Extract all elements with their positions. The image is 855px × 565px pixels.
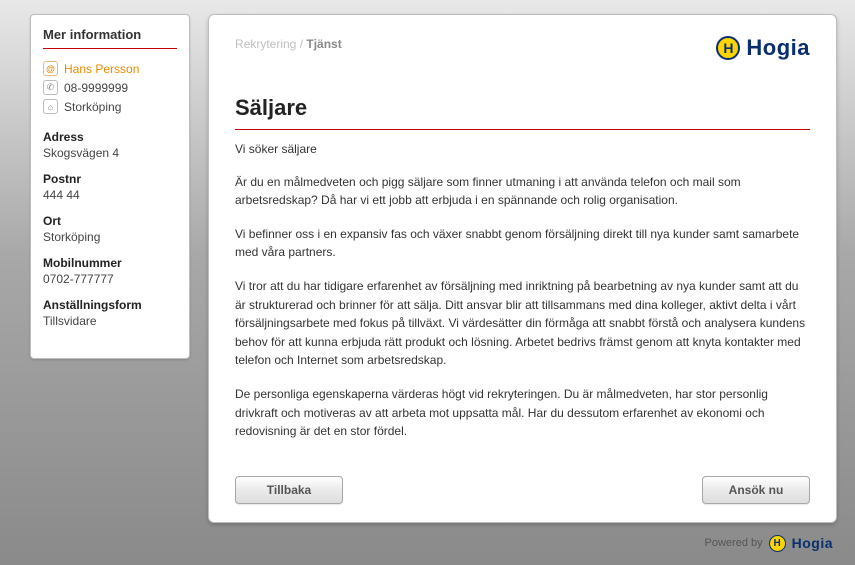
page-title: Säljare bbox=[235, 95, 810, 121]
contact-location-value: Storköping bbox=[64, 100, 121, 114]
lead-paragraph: Vi söker säljare bbox=[235, 140, 810, 159]
contact-phone-value: 08-9999999 bbox=[64, 81, 128, 95]
powered-label: Powered by bbox=[705, 537, 763, 549]
job-description: Vi söker säljare Är du en målmedveten oc… bbox=[235, 140, 810, 456]
sidebar: Mer information @ Hans Persson 08-999999… bbox=[30, 14, 190, 359]
divider bbox=[43, 48, 177, 49]
phone-icon bbox=[43, 80, 58, 95]
field-value: 0702-777777 bbox=[43, 272, 177, 286]
divider bbox=[235, 129, 810, 130]
field-value: Storköping bbox=[43, 230, 177, 244]
field-value: Tillsvidare bbox=[43, 314, 177, 328]
powered-by: Powered by H Hogia bbox=[0, 531, 855, 552]
contact-location: Storköping bbox=[43, 97, 177, 116]
body-paragraph: Vi befinner oss i en expansiv fas och vä… bbox=[235, 225, 810, 262]
logo-text: Hogia bbox=[746, 35, 810, 61]
field-label: Adress bbox=[43, 130, 177, 144]
field-address: Adress Skogsvägen 4 bbox=[43, 130, 177, 160]
contact-phone: 08-9999999 bbox=[43, 78, 177, 97]
body-paragraph: De personliga egenskaperna värderas högt… bbox=[235, 385, 810, 441]
at-icon: @ bbox=[43, 61, 58, 76]
field-label: Ort bbox=[43, 214, 177, 228]
sidebar-title: Mer information bbox=[43, 27, 177, 42]
logo-text: Hogia bbox=[792, 535, 833, 551]
apply-button[interactable]: Ansök nu bbox=[702, 476, 810, 504]
field-employment: Anställningsform Tillsvidare bbox=[43, 298, 177, 328]
contact-person: @ Hans Persson bbox=[43, 59, 177, 78]
breadcrumb-current: Tjänst bbox=[306, 37, 341, 51]
body-paragraph: Är du en målmedveten och pigg säljare so… bbox=[235, 173, 810, 210]
main-panel: Rekrytering / Tjänst H Hogia Säljare Vi … bbox=[208, 14, 837, 523]
brand-logo: H Hogia bbox=[716, 35, 810, 61]
field-city: Ort Storköping bbox=[43, 214, 177, 244]
logo-mark-icon: H bbox=[769, 535, 786, 552]
place-icon bbox=[43, 99, 58, 114]
breadcrumb-root[interactable]: Rekrytering bbox=[235, 37, 296, 51]
breadcrumb: Rekrytering / Tjänst bbox=[235, 37, 342, 51]
logo-mark-icon: H bbox=[716, 36, 740, 60]
body-paragraph: Vi tror att du har tidigare erfarenhet a… bbox=[235, 277, 810, 370]
contact-name-link[interactable]: Hans Persson bbox=[64, 62, 139, 76]
field-value: Skogsvägen 4 bbox=[43, 146, 177, 160]
contact-list: @ Hans Persson 08-9999999 Storköping bbox=[43, 59, 177, 116]
field-postcode: Postnr 444 44 bbox=[43, 172, 177, 202]
back-button[interactable]: Tillbaka bbox=[235, 476, 343, 504]
field-value: 444 44 bbox=[43, 188, 177, 202]
button-row: Tillbaka Ansök nu bbox=[235, 476, 810, 504]
field-label: Postnr bbox=[43, 172, 177, 186]
field-mobile: Mobilnummer 0702-777777 bbox=[43, 256, 177, 286]
field-label: Anställningsform bbox=[43, 298, 177, 312]
field-label: Mobilnummer bbox=[43, 256, 177, 270]
